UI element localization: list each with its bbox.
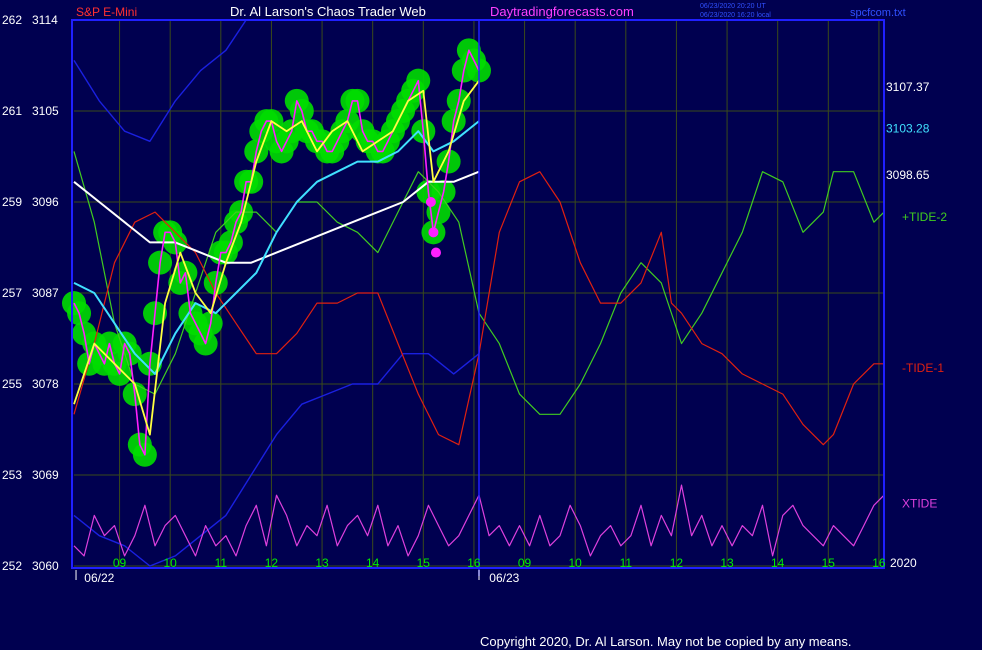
- x-tick-0: 09: [113, 556, 127, 570]
- chart-background: [0, 0, 982, 650]
- x-tick-9: 10: [569, 556, 583, 570]
- tide-label-2: XTIDE: [902, 496, 937, 510]
- right-price-label-2: 3098.65: [886, 168, 930, 182]
- tide-label-1: -TIDE-1: [902, 361, 944, 375]
- date-label-1: 06/23: [489, 571, 519, 585]
- y-tick-left-2: 259: [2, 195, 22, 209]
- x-tick-8: 09: [518, 556, 532, 570]
- projection-dot-2: [430, 247, 441, 258]
- tide-label-0: +TIDE-2: [902, 210, 947, 224]
- copyright: Copyright 2020, Dr. Al Larson. May not b…: [480, 634, 851, 649]
- x-tick-1: 10: [164, 556, 178, 570]
- right-price-label-0: 3107.37: [886, 80, 930, 94]
- y-tick-left-6: 252: [2, 559, 22, 573]
- projection-dot-1: [428, 227, 439, 238]
- x-tick-15: 16: [872, 556, 886, 570]
- x-tick-3: 12: [265, 556, 279, 570]
- timestamp-ut: 06/23/2020 20:20 UT: [700, 3, 766, 10]
- timestamp-local: 06/23/2020 16:20 local: [700, 12, 771, 19]
- y-tick-left-1: 261: [2, 104, 22, 118]
- year-label: 2020: [890, 556, 917, 570]
- y-tick-price-2: 3096: [32, 195, 59, 209]
- y-tick-left-5: 253: [2, 468, 22, 482]
- x-tick-2: 11: [215, 556, 228, 570]
- y-tick-price-4: 3078: [32, 377, 59, 391]
- x-tick-10: 11: [620, 556, 633, 570]
- y-tick-price-6: 3060: [32, 559, 59, 573]
- instrument-label: S&P E-Mini: [76, 5, 137, 19]
- y-tick-left-3: 257: [2, 286, 22, 300]
- x-tick-14: 15: [822, 556, 836, 570]
- x-tick-5: 14: [366, 556, 380, 570]
- y-tick-price-3: 3087: [32, 286, 59, 300]
- site-link[interactable]: Daytradingforecasts.com: [490, 4, 634, 19]
- right-price-label-1: 3103.28: [886, 121, 930, 135]
- date-label-0: 06/22: [84, 571, 114, 585]
- x-tick-7: 16: [467, 556, 481, 570]
- y-tick-price-0: 3114: [32, 13, 58, 27]
- data-file-label: spcfcom.txt: [850, 7, 906, 19]
- y-tick-left-0: 262: [2, 13, 22, 27]
- y-tick-price-1: 3105: [32, 104, 59, 118]
- x-tick-11: 12: [670, 556, 684, 570]
- y-tick-left-4: 255: [2, 377, 22, 391]
- y-tick-price-5: 3069: [32, 468, 59, 482]
- x-tick-6: 15: [417, 556, 431, 570]
- chart-title: Dr. Al Larson's Chaos Trader Web: [230, 4, 426, 19]
- x-tick-13: 14: [771, 556, 785, 570]
- x-tick-12: 13: [720, 556, 734, 570]
- x-tick-4: 13: [315, 556, 329, 570]
- projection-dot-0: [425, 197, 436, 207]
- chart: 262 3114 261 3105 259 3096 257 3087 255 3078 253 30…: [0, 0, 982, 650]
